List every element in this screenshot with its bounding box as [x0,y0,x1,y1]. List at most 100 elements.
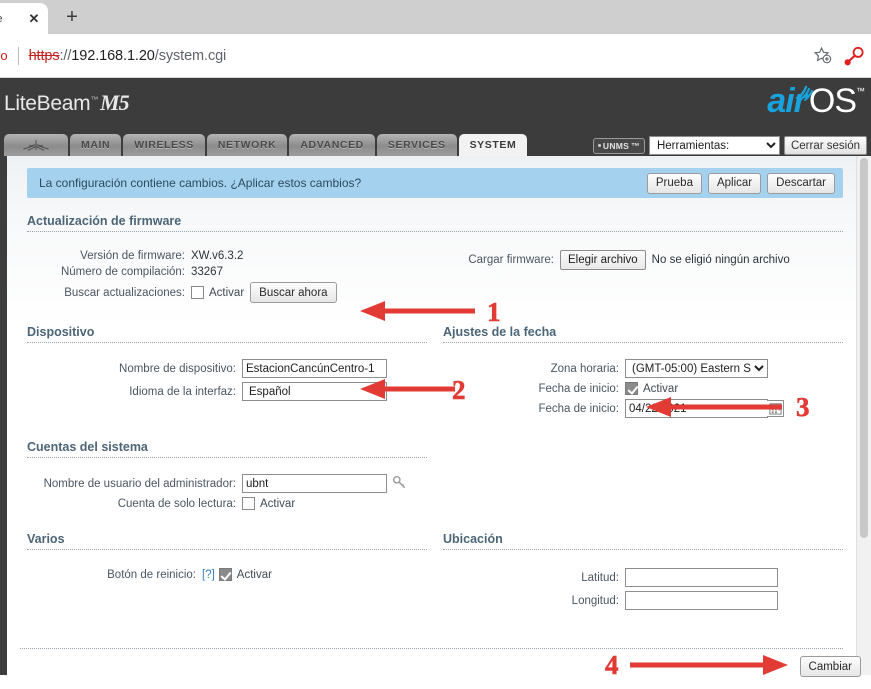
product-brand: LiteBeam™M5 [4,90,129,116]
interface-language-select[interactable]: Español [242,382,387,401]
tab-system[interactable]: SYSTEM [459,134,528,156]
longitude-label: Longitud: [443,595,625,607]
location-section-title: Ubicación [443,532,843,548]
close-icon[interactable]: ✕ [26,11,42,27]
key-icon[interactable] [392,475,406,492]
timezone-select[interactable]: (GMT-05:00) Eastern Sta [625,359,768,378]
url-scheme: https [29,48,60,64]
airos-header: LiteBeam™M5 air OS ™ [0,78,871,132]
key-icon[interactable] [841,43,867,69]
tab-wireless[interactable]: WIRELESS [123,134,205,156]
firmware-build-value: 33267 [191,266,223,278]
interface-language-row: Idioma de la interfaz: Español [27,382,427,401]
system-page: La configuración contiene cambios. ¿Apli… [0,156,871,675]
security-status-label[interactable]: ro [0,48,8,63]
product-name: LiteBeam [4,92,90,115]
device-section-title: Dispositivo [27,325,427,341]
section-divider [443,549,843,550]
device-name-row: Nombre de dispositivo: [27,359,427,378]
reset-button-checkbox[interactable] [219,568,232,581]
device-date-section: Dispositivo Nombre de dispositivo: Idiom… [27,325,843,418]
browser-tab-title: iste [0,13,26,25]
logout-button[interactable]: Cerrar sesión [784,136,867,155]
tab-main-label: MAIN [81,139,110,151]
ubiquiti-logo-icon[interactable] [4,134,68,156]
section-divider [27,342,427,343]
device-name-input[interactable] [242,359,387,378]
browser-tab[interactable]: iste ✕ [0,3,48,34]
firmware-build-row: Número de compilación: 33267 [27,266,427,278]
url-text[interactable]: https://192.168.1.20/system.cgi [29,48,227,64]
startup-date-label: Fecha de inicio: [443,403,625,415]
firmware-check-row: Buscar actualizaciones: Activar Buscar a… [27,282,427,303]
tab-services-label: SERVICES [388,139,446,151]
star-plus-icon[interactable] [809,43,835,69]
tab-advanced-label: ADVANCED [300,139,364,151]
firmware-upload-row: Cargar firmware: Elegir archivo No se el… [443,250,843,270]
startup-date-enable-row: Fecha de inicio: Activar [443,382,843,395]
admin-username-input[interactable] [242,474,387,493]
admin-username-row: Nombre de usuario del administrador: [27,474,427,493]
calendar-icon[interactable] [767,400,784,417]
unms-badge[interactable]: UNMS™ [593,138,645,154]
startup-date-enable-label: Fecha de inicio: [443,383,625,395]
reset-help-link[interactable]: [?] [202,569,215,581]
firmware-build-label: Número de compilación: [27,266,191,278]
timezone-row: Zona horaria: (GMT-05:00) Eastern Sta [443,359,843,378]
tab-advanced[interactable]: ADVANCED [289,134,375,156]
annotation-number-4: 4 [605,652,619,679]
omnibox-divider [18,47,19,65]
scrollbar-thumb[interactable] [860,158,868,538]
readonly-account-label: Cuenta de solo lectura: [27,498,242,510]
annotation-number-3: 3 [796,394,810,421]
readonly-account-enable-text: Activar [260,498,295,510]
admin-username-label: Nombre de usuario del administrador: [27,478,242,490]
reset-button-label: Botón de reinicio: [27,569,202,581]
tab-main[interactable]: MAIN [70,134,121,156]
startup-date-checkbox[interactable] [625,382,638,395]
discard-button[interactable]: Descartar [767,173,835,194]
date-settings-section-title: Ajustes de la fecha [443,325,843,341]
tools-dropdown[interactable]: Herramientas: [649,136,780,155]
reset-button-enable-text: Activar [237,569,272,581]
apply-button[interactable]: Aplicar [708,173,761,194]
tab-wireless-label: WIRELESS [134,139,194,151]
longitude-input[interactable] [625,591,778,610]
choose-file-button[interactable]: Elegir archivo [560,250,646,270]
system-accounts-column: Cuentas del sistema Nombre de usuario de… [27,440,435,510]
unms-dot-icon [598,144,601,147]
device-name-label: Nombre de dispositivo: [27,363,242,375]
firmware-version-value: XW.v6.3.2 [191,250,243,262]
latitude-input[interactable] [625,568,778,587]
airos-logo-trademark: ™ [856,86,865,96]
misc-column: Varios Botón de reinicio: [?] Activar [27,532,435,610]
test-button[interactable]: Prueba [647,173,702,194]
reset-button-row: Botón de reinicio: [?] Activar [27,568,427,581]
tab-network-label: NETWORK [218,139,276,151]
section-divider [27,457,427,458]
readonly-account-checkbox[interactable] [242,497,255,510]
no-file-chosen-label: No se eligió ningún archivo [652,254,790,266]
firmware-right-column: Cargar firmware: Elegir archivo No se el… [435,246,843,303]
tab-system-label: SYSTEM [470,139,517,151]
longitude-row: Longitud: [443,591,843,610]
change-button[interactable]: Cambiar [800,656,861,677]
timezone-label: Zona horaria: [443,363,625,375]
annotation-number-2: 2 [452,377,466,404]
tab-network[interactable]: NETWORK [207,134,287,156]
url-path: /system.cgi [155,48,226,64]
vertical-scrollbar[interactable] [856,156,871,675]
config-changes-notice: La configuración contiene cambios. ¿Apli… [27,168,843,198]
tab-services[interactable]: SERVICES [377,134,457,156]
url-host: 192.168.1.20 [71,48,154,64]
date-settings-column: Ajustes de la fecha Zona horaria: (GMT-0… [435,325,843,418]
footer-divider [20,648,843,649]
firmware-section-title: Actualización de firmware [27,214,843,230]
plus-icon[interactable]: + [58,3,86,31]
omnibox[interactable]: ro https://192.168.1.20/system.cgi [0,34,871,78]
check-updates-checkbox[interactable] [191,286,204,299]
startup-date-input[interactable] [625,399,768,418]
startup-date-enable-text: Activar [643,383,678,395]
latitude-label: Latitud: [443,572,625,584]
check-now-button[interactable]: Buscar ahora [250,282,336,303]
